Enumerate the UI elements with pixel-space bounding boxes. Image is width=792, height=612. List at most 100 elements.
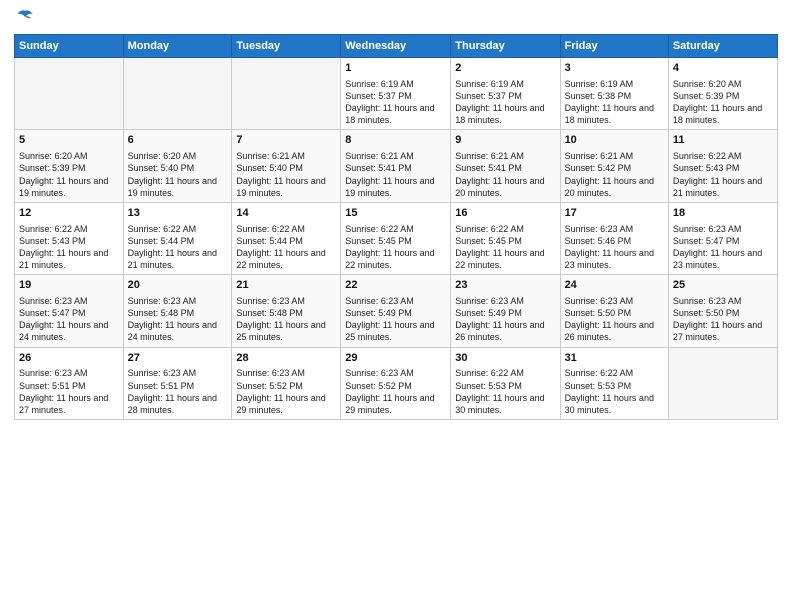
day-number: 25 (673, 278, 773, 293)
day-info: Sunrise: 6:21 AM Sunset: 5:40 PM Dayligh… (236, 150, 336, 199)
calendar-cell (232, 58, 341, 130)
calendar-cell: 2 Sunrise: 6:19 AM Sunset: 5:37 PM Daylig… (451, 58, 560, 130)
calendar-cell: 30Sunrise: 6:22 AM Sunset: 5:53 PM Dayli… (451, 347, 560, 419)
calendar-cell: 25 Sunrise: 6:23 AM Sunset: 5:50 PM Dayli… (668, 275, 777, 347)
calendar-cell: 28Sunrise: 6:23 AM Sunset: 5:52 PM Dayli… (232, 347, 341, 419)
calendar-week-row: 5Sunrise: 6:20 AM Sunset: 5:39 PM Daylig… (15, 130, 778, 202)
calendar-cell: 9 Sunrise: 6:21 AM Sunset: 5:41 PM Daylig… (451, 130, 560, 202)
day-number: 13 (128, 206, 228, 221)
weekday-saturday: Saturday (668, 35, 777, 58)
day-info: Sunrise: 6:23 AM Sunset: 5:49 PM Dayligh… (345, 295, 446, 344)
day-info: Sunrise: 6:23 AM Sunset: 5:50 PM Dayligh… (673, 295, 773, 344)
day-info: Sunrise: 6:22 AM Sunset: 5:44 PM Dayligh… (128, 223, 228, 272)
calendar-cell: 13 Sunrise: 6:22 AM Sunset: 5:44 PM Dayli… (123, 202, 232, 274)
day-info: Sunrise: 6:22 AM Sunset: 5:45 PM Dayligh… (455, 223, 555, 272)
calendar-cell: 23Sunrise: 6:23 AM Sunset: 5:49 PM Dayli… (451, 275, 560, 347)
calendar-week-row: 19Sunrise: 6:23 AM Sunset: 5:47 PM Dayli… (15, 275, 778, 347)
day-number: 27 (128, 351, 228, 366)
day-number: 14 (236, 206, 336, 221)
day-info: Sunrise: 6:23 AM Sunset: 5:49 PM Dayligh… (455, 295, 555, 344)
day-info: Sunrise: 6:19 AM Sunset: 5:38 PM Dayligh… (565, 78, 664, 127)
calendar-cell: 1Sunrise: 6:19 AM Sunset: 5:37 PM Daylig… (341, 58, 451, 130)
calendar-cell: 4 Sunrise: 6:20 AM Sunset: 5:39 PM Daylig… (668, 58, 777, 130)
day-number: 8 (345, 133, 446, 148)
day-number: 17 (565, 206, 664, 221)
day-info: Sunrise: 6:20 AM Sunset: 5:40 PM Dayligh… (128, 150, 228, 199)
day-number: 22 (345, 278, 446, 293)
day-info: Sunrise: 6:22 AM Sunset: 5:45 PM Dayligh… (345, 223, 446, 272)
calendar-cell: 20Sunrise: 6:23 AM Sunset: 5:48 PM Dayli… (123, 275, 232, 347)
day-number: 11 (673, 133, 773, 148)
day-number: 6 (128, 133, 228, 148)
day-number: 19 (19, 278, 119, 293)
calendar-cell: 17 Sunrise: 6:23 AM Sunset: 5:46 PM Dayli… (560, 202, 668, 274)
day-info: Sunrise: 6:23 AM Sunset: 5:47 PM Dayligh… (673, 223, 773, 272)
day-number: 12 (19, 206, 119, 221)
calendar-table: SundayMondayTuesdayWednesdayThursdayFrid… (14, 34, 778, 420)
day-number: 20 (128, 278, 228, 293)
weekday-friday: Friday (560, 35, 668, 58)
calendar-cell: 27Sunrise: 6:23 AM Sunset: 5:51 PM Dayli… (123, 347, 232, 419)
day-number: 29 (345, 351, 446, 366)
day-number: 7 (236, 133, 336, 148)
day-info: Sunrise: 6:20 AM Sunset: 5:39 PM Dayligh… (673, 78, 773, 127)
day-number: 15 (345, 206, 446, 221)
day-number: 21 (236, 278, 336, 293)
calendar-cell: 11 Sunrise: 6:22 AM Sunset: 5:43 PM Dayli… (668, 130, 777, 202)
day-info: Sunrise: 6:21 AM Sunset: 5:42 PM Dayligh… (565, 150, 664, 199)
calendar-cell: 14 Sunrise: 6:22 AM Sunset: 5:44 PM Dayli… (232, 202, 341, 274)
day-number: 4 (673, 61, 773, 76)
day-info: Sunrise: 6:19 AM Sunset: 5:37 PM Dayligh… (345, 78, 446, 127)
calendar-week-row: 26Sunrise: 6:23 AM Sunset: 5:51 PM Dayli… (15, 347, 778, 419)
calendar-cell: 21Sunrise: 6:23 AM Sunset: 5:48 PM Dayli… (232, 275, 341, 347)
day-info: Sunrise: 6:23 AM Sunset: 5:46 PM Dayligh… (565, 223, 664, 272)
day-info: Sunrise: 6:19 AM Sunset: 5:37 PM Dayligh… (455, 78, 555, 127)
calendar-cell: 6 Sunrise: 6:20 AM Sunset: 5:40 PM Daylig… (123, 130, 232, 202)
day-info: Sunrise: 6:23 AM Sunset: 5:51 PM Dayligh… (128, 367, 228, 416)
weekday-thursday: Thursday (451, 35, 560, 58)
weekday-sunday: Sunday (15, 35, 124, 58)
day-number: 9 (455, 133, 555, 148)
page: SundayMondayTuesdayWednesdayThursdayFrid… (0, 0, 792, 612)
day-info: Sunrise: 6:22 AM Sunset: 5:44 PM Dayligh… (236, 223, 336, 272)
day-number: 2 (455, 61, 555, 76)
day-info: Sunrise: 6:23 AM Sunset: 5:52 PM Dayligh… (345, 367, 446, 416)
calendar-cell: 26Sunrise: 6:23 AM Sunset: 5:51 PM Dayli… (15, 347, 124, 419)
calendar-cell (15, 58, 124, 130)
day-info: Sunrise: 6:23 AM Sunset: 5:50 PM Dayligh… (565, 295, 664, 344)
day-number: 30 (455, 351, 555, 366)
logo (14, 10, 34, 28)
day-info: Sunrise: 6:22 AM Sunset: 5:53 PM Dayligh… (455, 367, 555, 416)
day-number: 16 (455, 206, 555, 221)
day-number: 26 (19, 351, 119, 366)
day-info: Sunrise: 6:23 AM Sunset: 5:51 PM Dayligh… (19, 367, 119, 416)
day-info: Sunrise: 6:22 AM Sunset: 5:43 PM Dayligh… (673, 150, 773, 199)
weekday-monday: Monday (123, 35, 232, 58)
weekday-tuesday: Tuesday (232, 35, 341, 58)
day-info: Sunrise: 6:21 AM Sunset: 5:41 PM Dayligh… (345, 150, 446, 199)
calendar-cell: 22 Sunrise: 6:23 AM Sunset: 5:49 PM Dayli… (341, 275, 451, 347)
day-number: 10 (565, 133, 664, 148)
calendar-cell: 18 Sunrise: 6:23 AM Sunset: 5:47 PM Dayli… (668, 202, 777, 274)
day-info: Sunrise: 6:22 AM Sunset: 5:53 PM Dayligh… (565, 367, 664, 416)
calendar-cell: 10 Sunrise: 6:21 AM Sunset: 5:42 PM Dayli… (560, 130, 668, 202)
calendar-cell: 12Sunrise: 6:22 AM Sunset: 5:43 PM Dayli… (15, 202, 124, 274)
day-info: Sunrise: 6:23 AM Sunset: 5:52 PM Dayligh… (236, 367, 336, 416)
weekday-wednesday: Wednesday (341, 35, 451, 58)
day-info: Sunrise: 6:21 AM Sunset: 5:41 PM Dayligh… (455, 150, 555, 199)
calendar-cell: 31Sunrise: 6:22 AM Sunset: 5:53 PM Dayli… (560, 347, 668, 419)
logo-text (14, 10, 34, 28)
calendar-cell: 5Sunrise: 6:20 AM Sunset: 5:39 PM Daylig… (15, 130, 124, 202)
calendar-cell: 16 Sunrise: 6:22 AM Sunset: 5:45 PM Dayli… (451, 202, 560, 274)
day-number: 28 (236, 351, 336, 366)
day-number: 3 (565, 61, 664, 76)
calendar-cell (123, 58, 232, 130)
day-number: 18 (673, 206, 773, 221)
calendar-cell: 8 Sunrise: 6:21 AM Sunset: 5:41 PM Daylig… (341, 130, 451, 202)
calendar-week-row: 1Sunrise: 6:19 AM Sunset: 5:37 PM Daylig… (15, 58, 778, 130)
logo-bird-icon (16, 8, 34, 26)
day-number: 24 (565, 278, 664, 293)
calendar-cell: 24 Sunrise: 6:23 AM Sunset: 5:50 PM Dayli… (560, 275, 668, 347)
day-number: 5 (19, 133, 119, 148)
header (14, 10, 778, 28)
